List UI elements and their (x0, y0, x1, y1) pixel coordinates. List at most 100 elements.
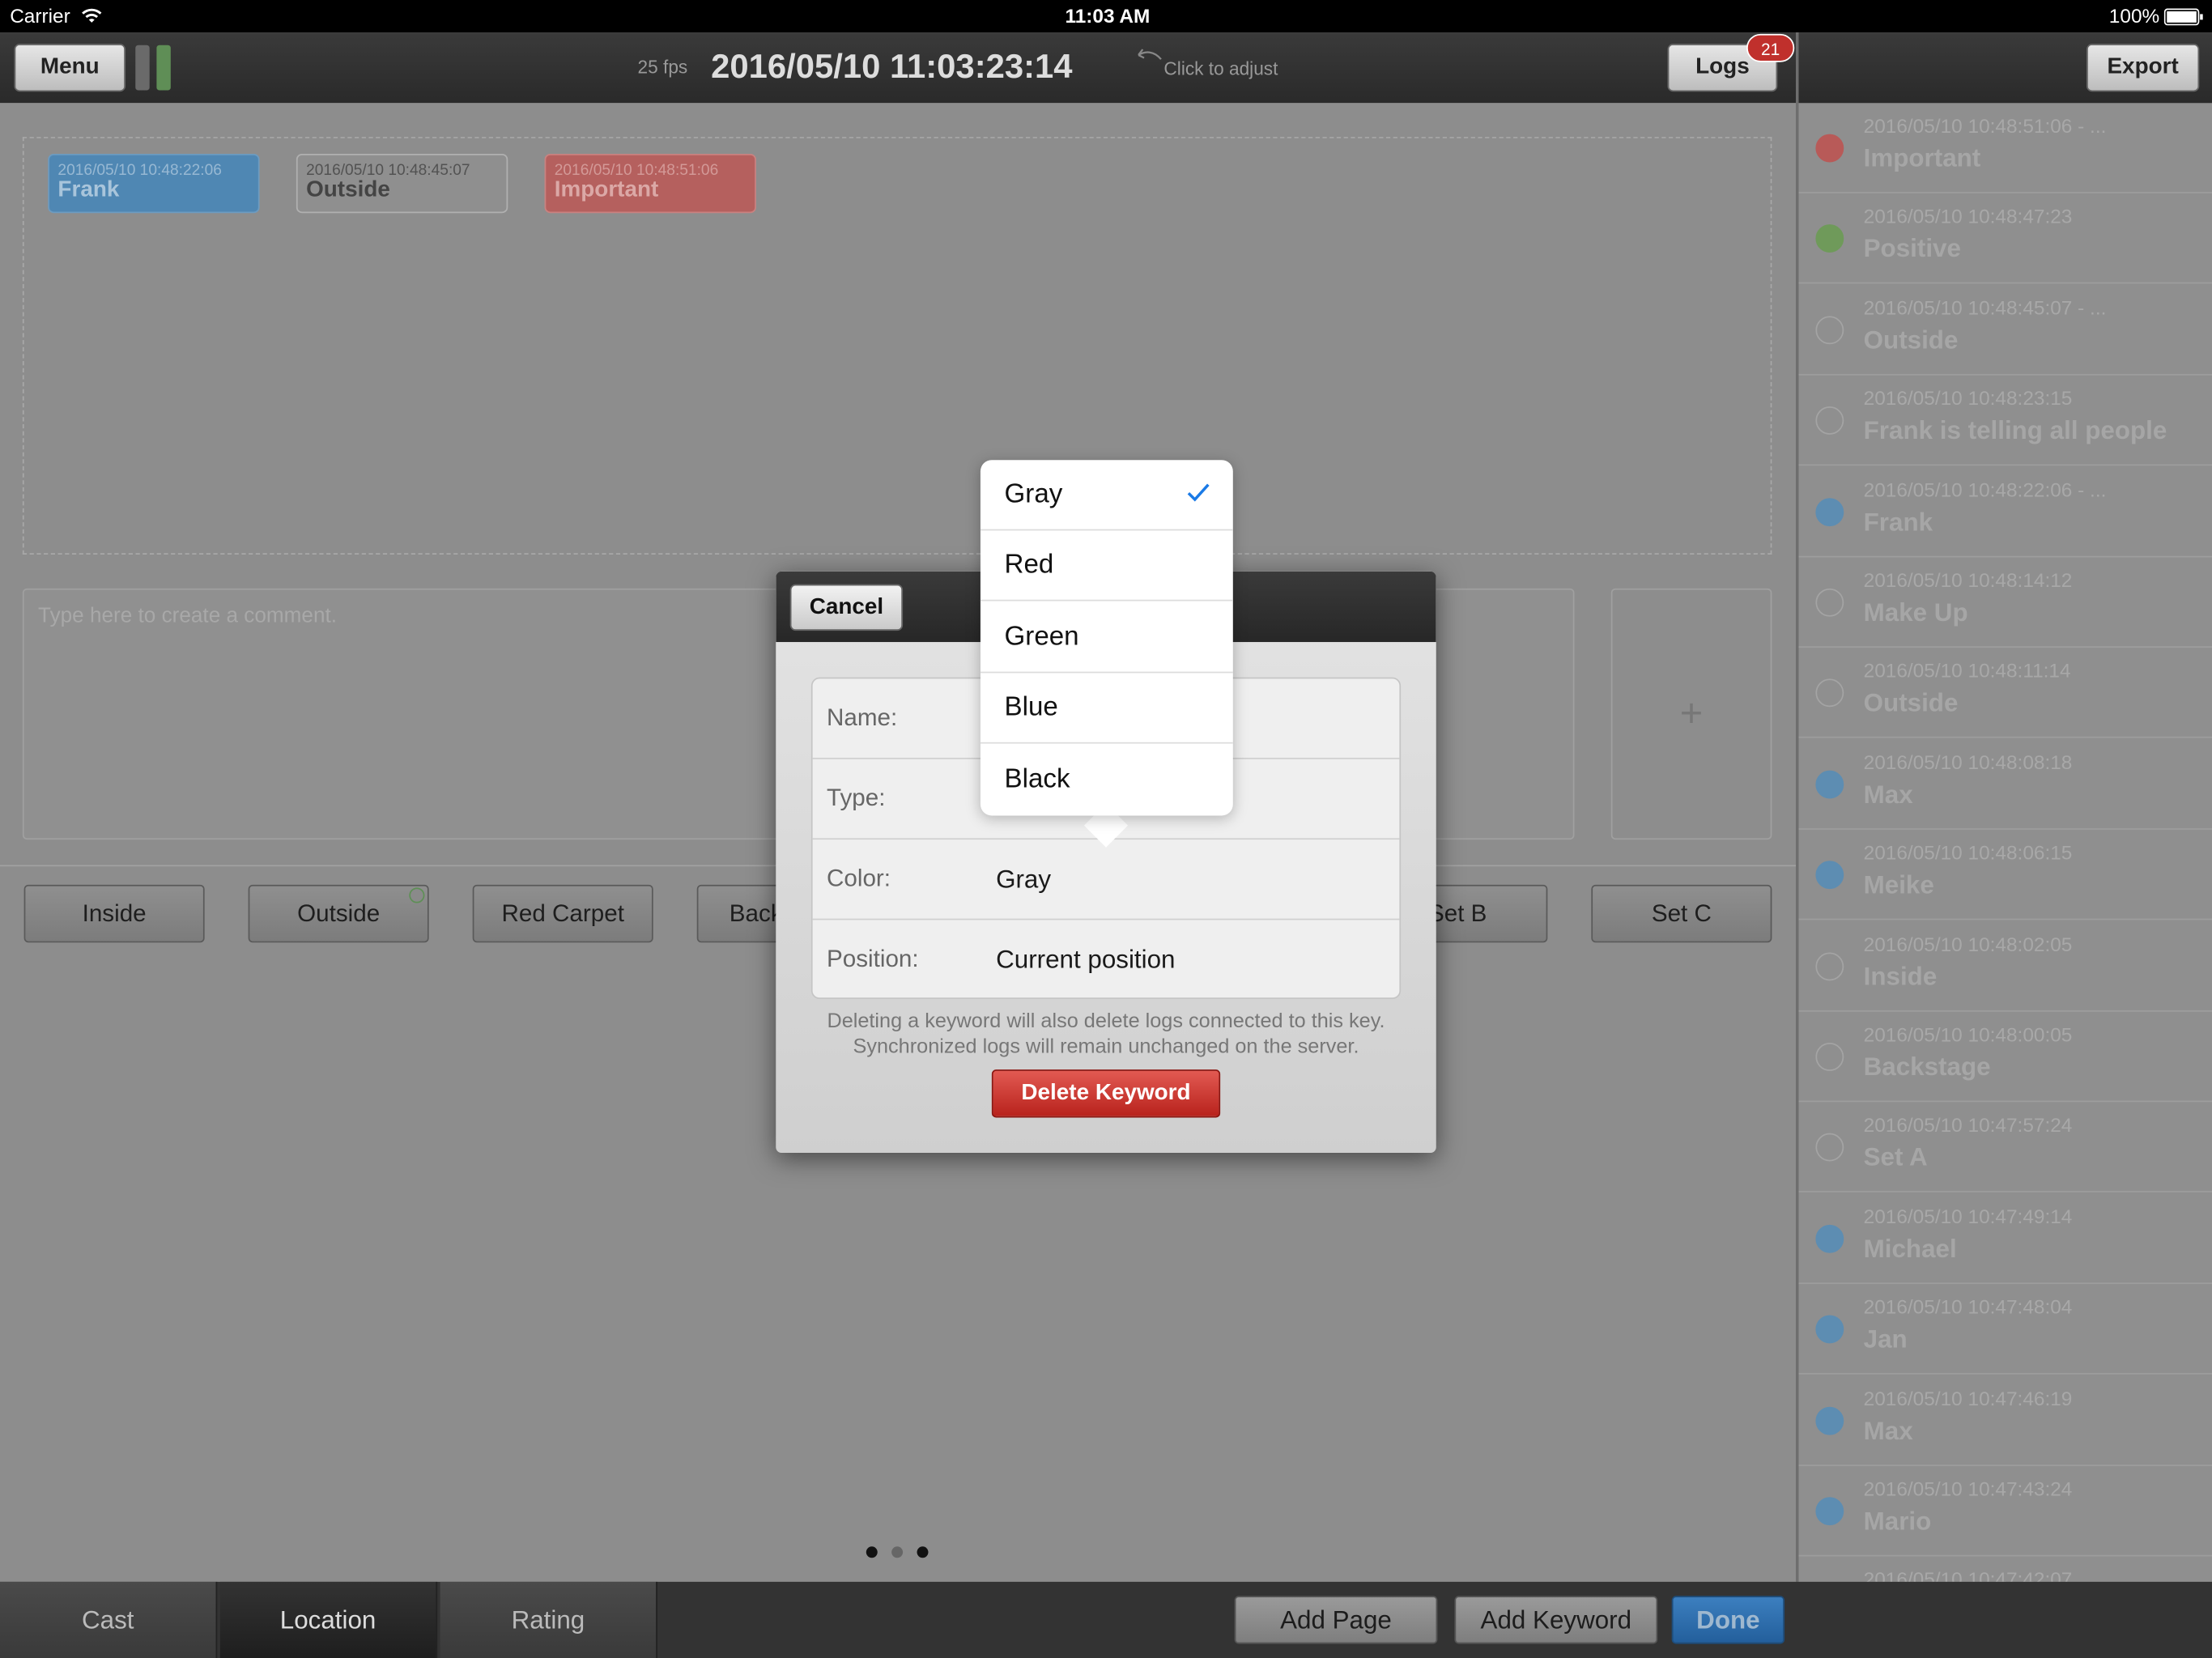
log-time: 2016/05/10 10:47:49:14 (1863, 1205, 2073, 1228)
log-name: Max (1863, 780, 1913, 809)
position-row[interactable]: Position: Current position (813, 920, 1400, 997)
bottom-bar: Cast Location Rating Add Page Add Keywor… (0, 1581, 2212, 1658)
color-option-green[interactable]: Green (980, 602, 1233, 674)
log-row[interactable]: 2016/05/10 10:48:06:15 Meike (1798, 830, 2212, 920)
option-label: Green (1004, 621, 1079, 652)
log-color-dot (1815, 951, 1844, 980)
log-name: Meike (1863, 870, 1934, 899)
log-row[interactable]: 2016/05/10 10:47:46:19 Max (1798, 1375, 2212, 1466)
add-page-button[interactable]: Add Page (1234, 1596, 1438, 1644)
log-color-dot (1815, 497, 1844, 526)
log-row[interactable]: 2016/05/10 10:48:51:06 - ... Important (1798, 103, 2212, 193)
adjust-arrow-icon (1134, 47, 1163, 64)
log-row[interactable]: 2016/05/10 10:48:08:18 Max (1798, 739, 2212, 830)
keyword-button-red-carpet[interactable]: Red Carpet (472, 884, 653, 943)
log-name: Inside (1863, 962, 1938, 990)
log-color-dot (1815, 134, 1844, 163)
log-color-dot (1815, 224, 1844, 253)
timeline-drop-area[interactable] (22, 137, 1772, 555)
color-option-black[interactable]: Black (981, 745, 1233, 815)
log-name: Make Up (1863, 598, 1968, 627)
page-dot (866, 1546, 878, 1558)
tab-cast[interactable]: Cast (0, 1581, 218, 1658)
log-time: 2016/05/10 10:48:22:06 - ... (1863, 478, 2107, 501)
color-option-gray[interactable]: Gray (980, 460, 1233, 531)
audio-level-right (156, 45, 171, 91)
menu-button[interactable]: Menu (14, 44, 126, 92)
log-row[interactable]: 2016/05/10 10:48:02:05 Inside (1798, 920, 2212, 1012)
log-row[interactable]: 2016/05/10 10:47:42:07 (1798, 1557, 2212, 1582)
keyword-button-set-c[interactable]: Set C (1591, 884, 1772, 943)
color-picker-popover: Gray Red Green Blue Black (980, 460, 1233, 816)
log-color-dot (1815, 316, 1844, 344)
color-option-blue[interactable]: Blue (980, 673, 1233, 744)
log-color-dot (1815, 861, 1844, 890)
log-row[interactable]: 2016/05/10 10:47:43:24 Mario (1798, 1466, 2212, 1557)
chip-time: 2016/05/10 10:48:45:07 (306, 162, 470, 180)
log-name: Set A (1863, 1143, 1928, 1172)
delete-warning-text: Deleting a keyword will also delete logs… (827, 1010, 1385, 1059)
log-color-dot (1815, 406, 1844, 436)
log-row[interactable]: 2016/05/10 10:48:14:12 Make Up (1798, 557, 2212, 648)
log-color-dot (1815, 588, 1844, 617)
delete-keyword-button[interactable]: Delete Keyword (991, 1069, 1221, 1118)
log-row[interactable]: 2016/05/10 10:48:22:06 - ... Frank (1798, 466, 2212, 557)
log-row[interactable]: 2016/05/10 10:48:45:07 - ... Outside (1798, 285, 2212, 376)
log-color-dot (1815, 1315, 1844, 1344)
app-screen: Carrier 11:03 AM 100% Menu 25 fps 2016/0… (0, 0, 2212, 1658)
type-label: Type: (827, 784, 886, 812)
log-row[interactable]: 2016/05/10 10:48:11:14 Outside (1798, 648, 2212, 739)
log-time: 2016/05/10 10:48:47:23 (1863, 205, 2073, 228)
color-option-red[interactable]: Red (980, 530, 1233, 602)
fps-label: 25 fps (637, 56, 688, 78)
option-label: Red (1004, 549, 1054, 580)
log-time: 2016/05/10 10:47:57:24 (1863, 1113, 2073, 1137)
log-color-dot (1815, 1043, 1844, 1071)
log-name: Mario (1863, 1507, 1932, 1536)
log-row[interactable]: 2016/05/10 10:48:00:05 Backstage (1798, 1012, 2212, 1103)
tab-location[interactable]: Location (219, 1581, 438, 1658)
keyword-button-outside[interactable]: Outside (248, 884, 429, 943)
log-row[interactable]: 2016/05/10 10:47:57:24 Set A (1798, 1103, 2212, 1193)
add-keyword-button[interactable]: Add Keyword (1454, 1596, 1658, 1644)
timeline-chip[interactable]: 2016/05/10 10:48:22:06 Frank (48, 153, 260, 214)
option-label: Gray (1004, 478, 1063, 509)
log-name: Michael (1863, 1234, 1957, 1263)
position-label: Position: (827, 945, 919, 972)
adjust-hint[interactable]: Click to adjust (1163, 57, 1278, 79)
log-row[interactable]: 2016/05/10 10:47:48:04 Jan (1798, 1284, 2212, 1375)
log-row[interactable]: 2016/05/10 10:47:49:14 Michael (1798, 1193, 2212, 1284)
color-value[interactable]: Gray (996, 865, 1051, 895)
export-button[interactable]: Export (2086, 44, 2200, 92)
log-list[interactable]: 2016/05/10 10:48:51:06 - ... Important 201… (1798, 103, 2212, 1582)
color-row[interactable]: Color: Gray (812, 840, 1400, 920)
page-indicator[interactable] (863, 1546, 934, 1560)
page-dot (917, 1546, 929, 1558)
chip-time: 2016/05/10 10:48:51:06 (554, 162, 719, 180)
tab-rating[interactable]: Rating (440, 1581, 657, 1658)
log-time: 2016/05/10 10:48:02:05 (1863, 932, 2073, 955)
chip-time: 2016/05/10 10:48:22:06 (57, 162, 222, 180)
log-row[interactable]: 2016/05/10 10:48:47:23 Positive (1798, 193, 2212, 285)
timecode[interactable]: 2016/05/10 11:03:23:14 (711, 48, 1072, 87)
logs-count-badge: 21 (1746, 33, 1795, 62)
log-time: 2016/05/10 10:48:23:15 (1863, 386, 2073, 410)
keyword-button-inside[interactable]: Inside (23, 884, 205, 943)
timeline-chip[interactable]: 2016/05/10 10:48:51:06 Important (544, 153, 756, 214)
name-label: Name: (827, 704, 898, 731)
done-button[interactable]: Done (1671, 1596, 1785, 1644)
battery-percent: 100% (2108, 4, 2160, 28)
cancel-button[interactable]: Cancel (789, 584, 904, 631)
log-color-dot (1815, 1133, 1844, 1163)
log-time: 2016/05/10 10:48:45:07 - ... (1863, 295, 2107, 319)
position-value[interactable]: Current position (996, 946, 1175, 976)
log-row[interactable]: 2016/05/10 10:48:23:15 Frank is telling a… (1798, 376, 2212, 466)
log-name: Outside (1863, 689, 1959, 718)
log-name: Jan (1863, 1324, 1908, 1354)
sidebar-header: Export (1798, 32, 2212, 104)
log-time: 2016/05/10 10:47:43:24 (1863, 1477, 2073, 1500)
option-label: Black (1004, 764, 1070, 795)
log-time: 2016/05/10 10:48:11:14 (1863, 659, 2071, 682)
add-comment-button[interactable]: + (1610, 588, 1772, 840)
timeline-chip[interactable]: 2016/05/10 10:48:45:07 Outside (296, 153, 508, 214)
